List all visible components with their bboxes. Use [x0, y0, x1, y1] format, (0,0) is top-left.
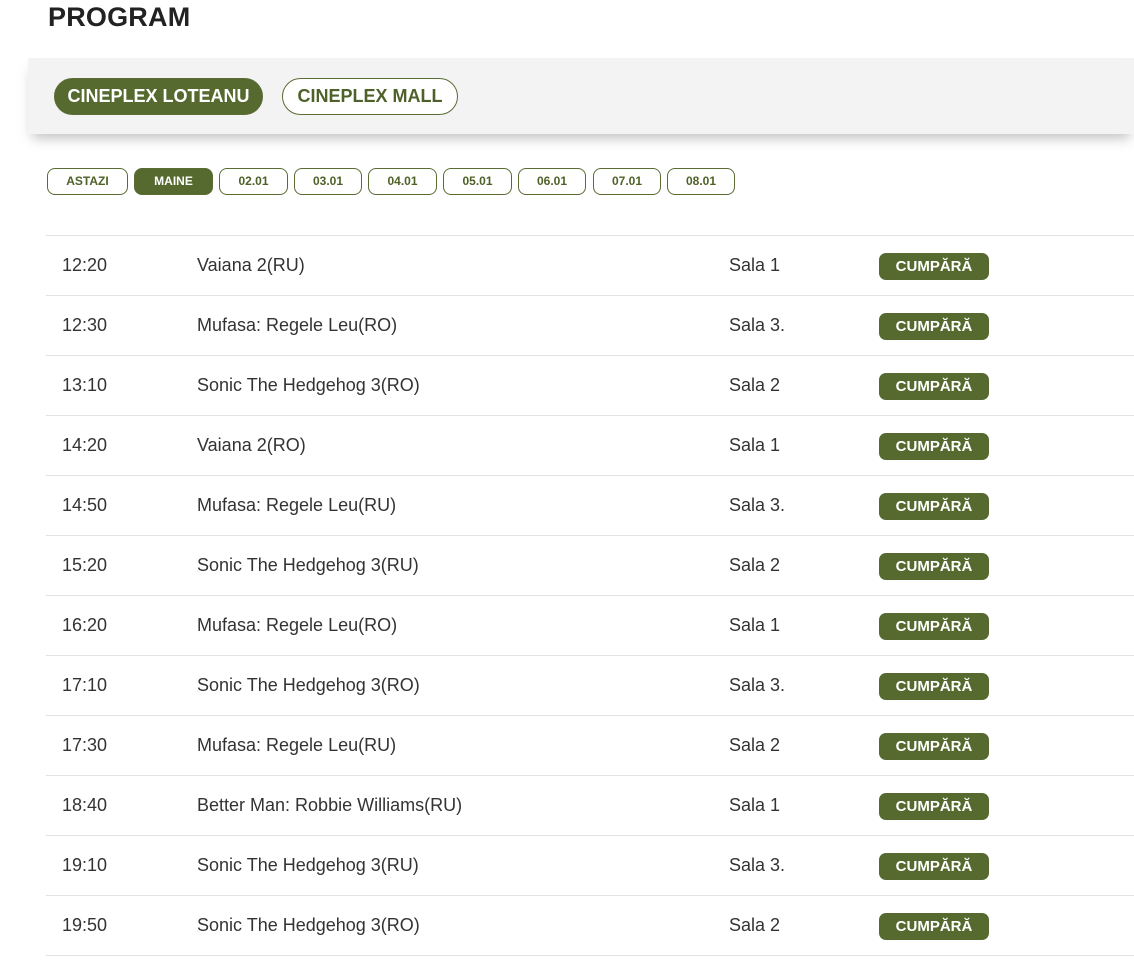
- date-tab-06-01[interactable]: 06.01: [518, 168, 586, 195]
- showtime: 18:40: [62, 795, 108, 815]
- date-tab-07-01[interactable]: 07.01: [593, 168, 661, 195]
- table-row: 18:40 Better Man: Robbie Williams(RU) Sa…: [46, 776, 1134, 836]
- table-row: 17:10 Sonic The Hedgehog 3(RO) Sala 3. C…: [46, 656, 1134, 716]
- hall-name: Sala 3.: [729, 675, 786, 695]
- buy-button[interactable]: CUMPĂRĂ: [879, 853, 989, 880]
- date-tab-02-01[interactable]: 02.01: [219, 168, 288, 195]
- movie-title: Mufasa: Regele Leu(RU): [197, 735, 397, 755]
- date-tab-04-01[interactable]: 04.01: [368, 168, 437, 195]
- hall-name: Sala 1: [729, 795, 781, 815]
- movie-title: Mufasa: Regele Leu(RU): [197, 495, 397, 515]
- movie-title: Vaiana 2(RO): [197, 435, 306, 455]
- date-tab-05-01[interactable]: 05.01: [443, 168, 512, 195]
- hall-name: Sala 2: [729, 735, 781, 755]
- movie-title: Sonic The Hedgehog 3(RO): [197, 375, 420, 395]
- buy-button[interactable]: CUMPĂRĂ: [879, 613, 989, 640]
- buy-button[interactable]: CUMPĂRĂ: [879, 493, 989, 520]
- hall-name: Sala 1: [729, 615, 781, 635]
- hall-name: Sala 1: [729, 255, 781, 275]
- table-row: 14:50 Mufasa: Regele Leu(RU) Sala 3. CUM…: [46, 476, 1134, 536]
- table-row: 19:50 Sonic The Hedgehog 3(RO) Sala 2 CU…: [46, 896, 1134, 956]
- movie-title: Sonic The Hedgehog 3(RO): [197, 915, 420, 935]
- buy-button[interactable]: CUMPĂRĂ: [879, 733, 989, 760]
- buy-button[interactable]: CUMPĂRĂ: [879, 373, 989, 400]
- movie-title: Sonic The Hedgehog 3(RU): [197, 555, 419, 575]
- showtime: 19:50: [62, 915, 108, 935]
- hall-name: Sala 2: [729, 375, 781, 395]
- movie-title: Mufasa: Regele Leu(RO): [197, 615, 398, 635]
- showtime: 16:20: [62, 615, 108, 635]
- cinema-tab-loteanu[interactable]: CINEPLEX LOTEANU: [54, 78, 263, 115]
- showtime: 12:30: [62, 315, 108, 335]
- table-row: 16:20 Mufasa: Regele Leu(RO) Sala 1 CUMP…: [46, 596, 1134, 656]
- movie-title: Sonic The Hedgehog 3(RU): [197, 855, 419, 875]
- buy-button[interactable]: CUMPĂRĂ: [879, 253, 989, 280]
- buy-button[interactable]: CUMPĂRĂ: [879, 553, 989, 580]
- buy-button[interactable]: CUMPĂRĂ: [879, 673, 989, 700]
- buy-button[interactable]: CUMPĂRĂ: [879, 433, 989, 460]
- table-row: 13:10 Sonic The Hedgehog 3(RO) Sala 2 CU…: [46, 356, 1134, 416]
- buy-button[interactable]: CUMPĂRĂ: [879, 793, 989, 820]
- showtime: 17:10: [62, 675, 108, 695]
- cinema-tab-mall[interactable]: CINEPLEX MALL: [282, 78, 458, 115]
- table-row: 19:10 Sonic The Hedgehog 3(RU) Sala 3. C…: [46, 836, 1134, 896]
- table-row: 14:20 Vaiana 2(RO) Sala 1 CUMPĂRĂ: [46, 416, 1134, 476]
- date-tab-08-01[interactable]: 08.01: [667, 168, 735, 195]
- hall-name: Sala 2: [729, 555, 781, 575]
- showtime: 17:30: [62, 735, 108, 755]
- table-row: 15:20 Sonic The Hedgehog 3(RU) Sala 2 CU…: [46, 536, 1134, 596]
- hall-name: Sala 2: [729, 915, 781, 935]
- date-tab-astazi[interactable]: ASTAZI: [47, 168, 128, 195]
- buy-button[interactable]: CUMPĂRĂ: [879, 313, 989, 340]
- movie-title: Better Man: Robbie Williams(RU): [197, 795, 463, 815]
- date-tab-maine[interactable]: MAINE: [134, 168, 213, 195]
- page-title: PROGRAM: [48, 2, 191, 32]
- movie-title: Vaiana 2(RU): [197, 255, 305, 275]
- program-page: PROGRAM CINEPLEX LOTEANU CINEPLEX MALL A…: [0, 0, 1134, 969]
- schedule-table: 12:20 Vaiana 2(RU) Sala 1 CUMPĂRĂ 12:30 …: [46, 235, 1134, 956]
- showtime: 14:20: [62, 435, 108, 455]
- table-row: 12:30 Mufasa: Regele Leu(RO) Sala 3. CUM…: [46, 296, 1134, 356]
- showtime: 19:10: [62, 855, 108, 875]
- date-tab-03-01[interactable]: 03.01: [294, 168, 362, 195]
- hall-name: Sala 1: [729, 435, 781, 455]
- movie-title: Sonic The Hedgehog 3(RO): [197, 675, 420, 695]
- hall-name: Sala 3.: [729, 495, 786, 515]
- cinema-selector: CINEPLEX LOTEANU CINEPLEX MALL: [28, 58, 1134, 134]
- hall-name: Sala 3.: [729, 855, 786, 875]
- showtime: 12:20: [62, 255, 108, 275]
- showtime: 14:50: [62, 495, 108, 515]
- hall-name: Sala 3.: [729, 315, 786, 335]
- table-row: 12:20 Vaiana 2(RU) Sala 1 CUMPĂRĂ: [46, 236, 1134, 296]
- buy-button[interactable]: CUMPĂRĂ: [879, 913, 989, 940]
- showtime: 13:10: [62, 375, 108, 395]
- movie-title: Mufasa: Regele Leu(RO): [197, 315, 398, 335]
- table-row: 17:30 Mufasa: Regele Leu(RU) Sala 2 CUMP…: [46, 716, 1134, 776]
- showtime: 15:20: [62, 555, 108, 575]
